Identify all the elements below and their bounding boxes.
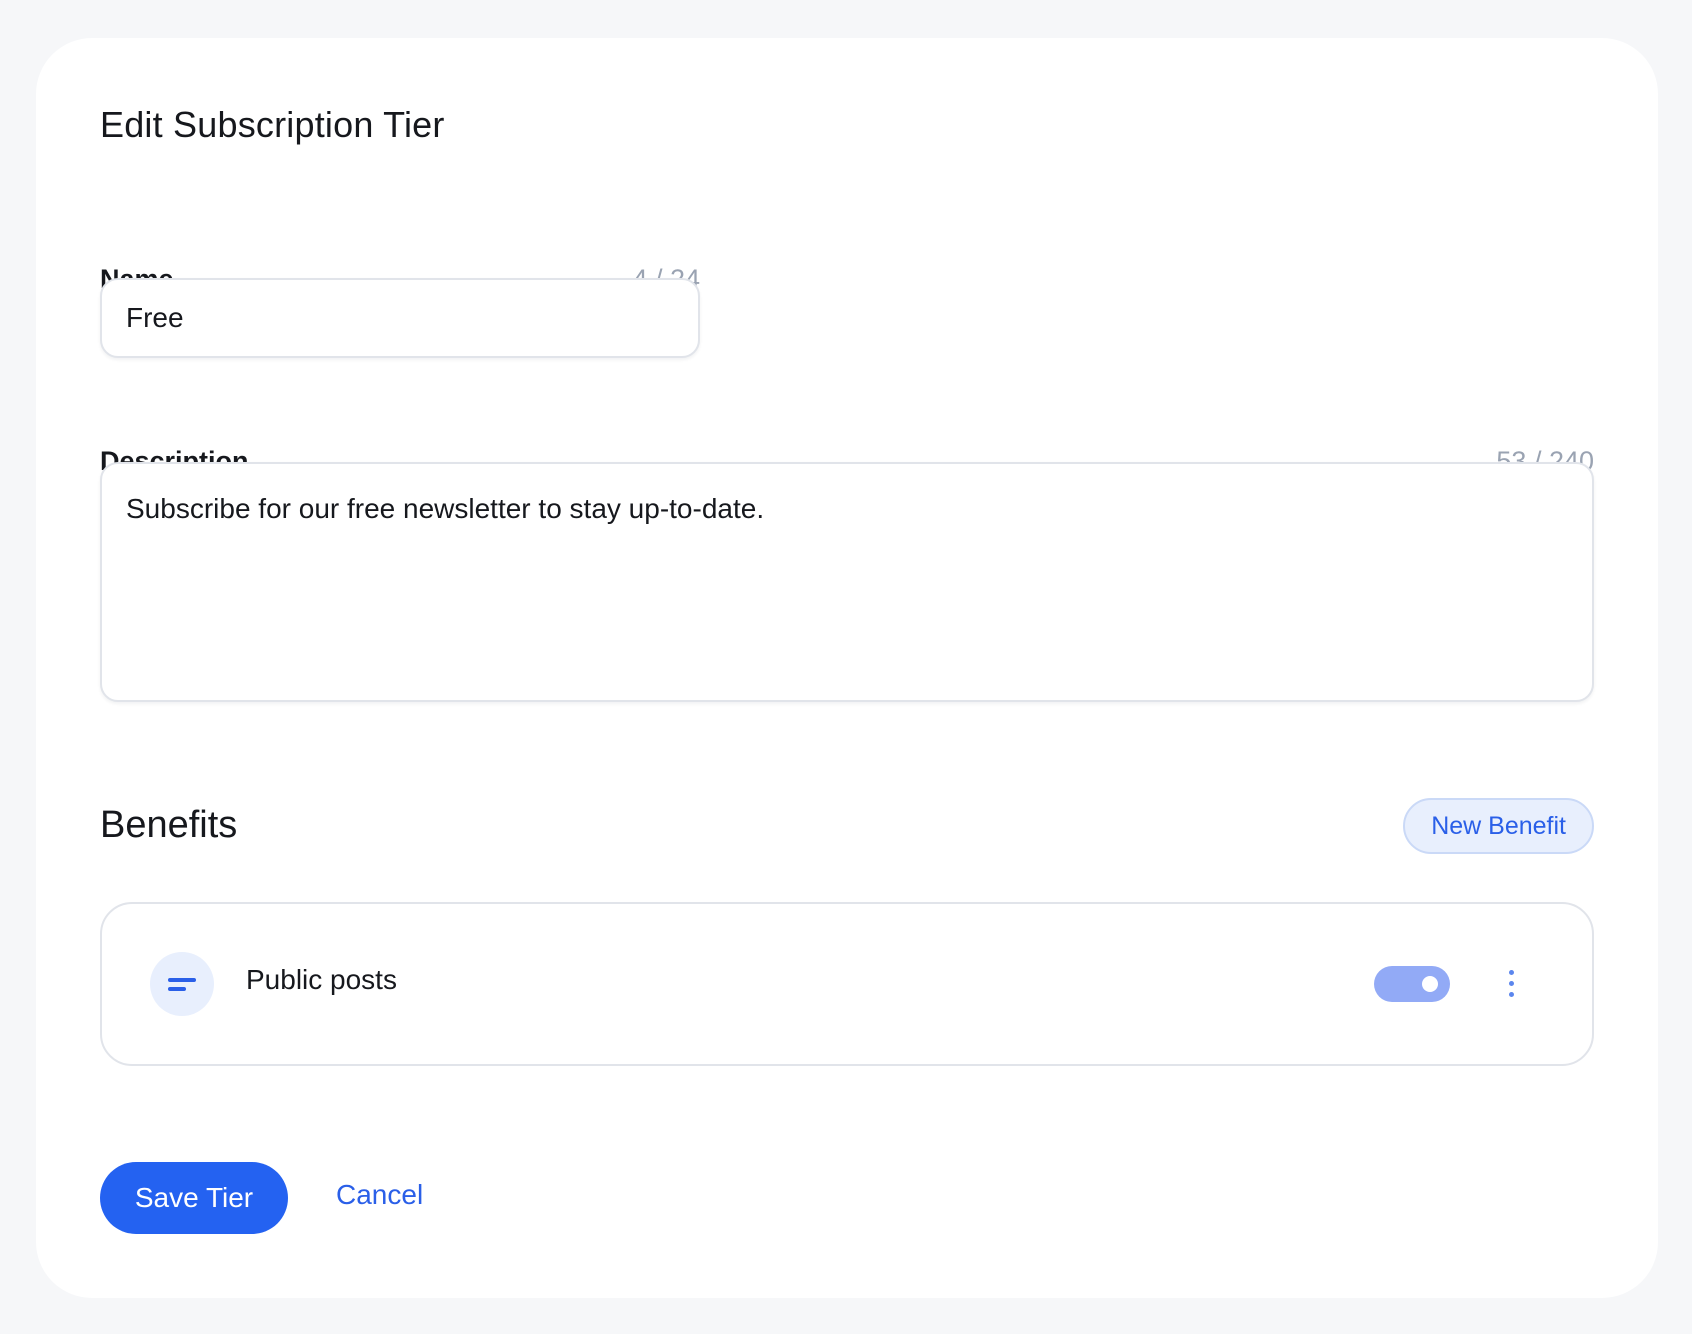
- edit-tier-form: Edit Subscription Tier Name 4 / 24 Descr…: [100, 38, 1594, 1298]
- benefits-title: Benefits: [100, 804, 238, 846]
- benefit-item: Public posts: [100, 902, 1594, 1066]
- new-benefit-button[interactable]: New Benefit: [1403, 798, 1594, 854]
- description-textarea[interactable]: Subscribe for our free newsletter to sta…: [100, 462, 1594, 702]
- toggle-knob: [1422, 976, 1438, 992]
- cancel-link[interactable]: Cancel: [336, 1179, 423, 1211]
- benefit-label: Public posts: [246, 964, 397, 995]
- name-input[interactable]: [100, 278, 700, 358]
- more-options-icon[interactable]: [1500, 966, 1524, 1002]
- save-tier-button[interactable]: Save Tier: [100, 1162, 288, 1234]
- page-title: Edit Subscription Tier: [100, 104, 445, 145]
- edit-tier-card: Edit Subscription Tier Name 4 / 24 Descr…: [36, 38, 1658, 1298]
- text-lines-icon: [150, 952, 214, 1016]
- benefit-enabled-toggle[interactable]: [1374, 966, 1450, 1002]
